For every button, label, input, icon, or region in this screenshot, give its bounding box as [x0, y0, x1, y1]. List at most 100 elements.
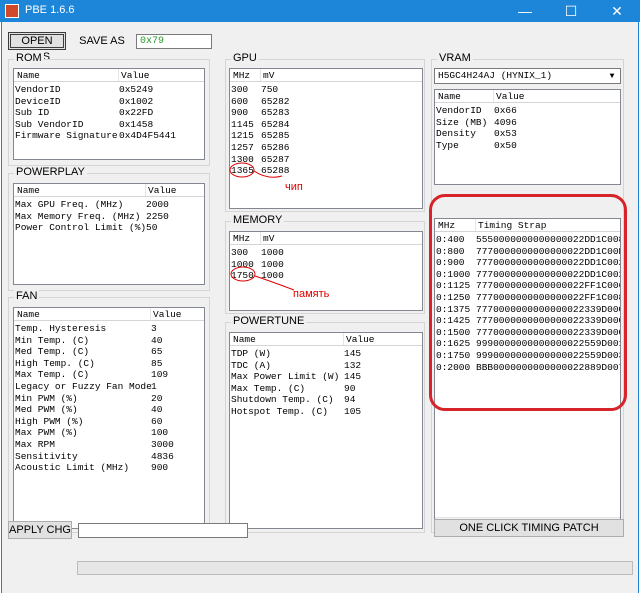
rom-list[interactable]: Name Value VendorID 0x5249 DeviceID 0x1002 Sub… [13, 68, 205, 160]
list-row[interactable]: Max PWM (%) 100 [14, 427, 204, 439]
column-header[interactable]: Name [17, 309, 40, 320]
powerplay-list[interactable]: Name Value Max GPU Freq. (MHz) 2000 Max Memo… [13, 183, 205, 285]
fan-list[interactable]: Name Value Temp. Hysteresis 3 Min Temp. (C) 4… [13, 307, 205, 529]
title-bar: PBE 1.6.6 — ☐ ✕ [0, 0, 640, 22]
column-header[interactable]: Name [17, 185, 40, 196]
powertune-list[interactable]: Name Value TDP (W) 145 TDC (A) 132 Max Power L… [229, 332, 423, 529]
list-row[interactable]: Med Temp. (C) 65 [14, 346, 204, 358]
row-value: 145 [344, 371, 362, 383]
list-row[interactable]: High PWM (%) 60 [14, 416, 204, 428]
list-row[interactable]: Med PWM (%) 40 [14, 404, 204, 416]
row-name: TDP (W) [231, 348, 271, 359]
column-header[interactable]: MHz [233, 233, 250, 244]
row-value: 65 [151, 346, 163, 358]
column-separator[interactable] [260, 69, 261, 81]
column-header[interactable]: Value [121, 70, 150, 81]
list-row[interactable]: TDP (W) 145 [230, 348, 422, 360]
list-row[interactable]: Size (MB) 4096 [435, 117, 620, 129]
list-row[interactable]: Max Temp. (C) 90 [230, 383, 422, 395]
list-row[interactable]: 1257 65286 [230, 142, 422, 154]
row-name: Max Temp. (C) [15, 369, 90, 381]
column-separator[interactable] [150, 308, 151, 320]
column-header[interactable]: Name [233, 334, 256, 345]
row-name: Type [436, 139, 459, 151]
list-row[interactable]: TDC (A) 132 [230, 360, 422, 372]
list-row[interactable]: High Temp. (C) 85 [14, 358, 204, 370]
list-row[interactable]: 300 1000 [230, 247, 422, 259]
apply-changes-button[interactable]: APPLY CHG [8, 521, 72, 539]
list-row[interactable]: Hotspot Temp. (C) 105 [230, 406, 422, 418]
list-row[interactable]: DeviceID 0x1002 [14, 96, 204, 108]
column-separator[interactable] [260, 232, 261, 244]
vram-info-list[interactable]: Name Value VendorID 0x66 Size (MB) 4096 Densit… [434, 89, 621, 185]
maximize-button[interactable]: ☐ [548, 0, 594, 22]
column-header[interactable]: mV [263, 70, 274, 81]
row-value: 105 [344, 405, 362, 417]
list-header: Name Value [230, 333, 422, 346]
column-header[interactable]: Name [17, 70, 40, 81]
list-row[interactable]: Legacy or Fuzzy Fan Mode 1 [14, 381, 204, 393]
apply-status-field[interactable] [78, 523, 248, 538]
list-row[interactable]: Min PWM (%) 20 [14, 393, 204, 405]
main-window: OPEN BIOS SAVE AS 0x79 ROM Name Value Vend… [1, 22, 639, 593]
row-name: Sub VendorID [15, 118, 84, 130]
list-row[interactable]: Max GPU Freq. (MHz) 2000 [14, 199, 204, 211]
save-as-button[interactable]: SAVE AS [74, 32, 130, 50]
row-value: 1000 [261, 247, 284, 258]
list-row[interactable]: VendorID 0x66 [435, 105, 620, 117]
column-separator[interactable] [118, 69, 119, 81]
column-header[interactable]: Value [148, 185, 177, 196]
list-row[interactable]: Max Temp. (C) 109 [14, 369, 204, 381]
memory-title: MEMORY [231, 214, 285, 226]
list-row[interactable]: Power Control Limit (%) 50 [14, 222, 204, 234]
list-row[interactable]: Max Memory Freq. (MHz) 2250 [14, 211, 204, 223]
row-value: 85 [151, 357, 163, 369]
list-row[interactable]: Max RPM 3000 [14, 439, 204, 451]
column-header[interactable]: MHz [233, 70, 250, 81]
list-row[interactable]: Sensitivity 4836 [14, 451, 204, 463]
row-name: High PWM (%) [15, 415, 84, 427]
memory-annotation-label: память [293, 288, 330, 300]
column-separator[interactable] [343, 333, 344, 345]
list-row[interactable]: Firmware Signature 0x4D4F5441 [14, 130, 204, 142]
column-separator[interactable] [145, 184, 146, 196]
one-click-timing-patch-button[interactable]: ONE CLICK TIMING PATCH [434, 519, 624, 537]
column-separator[interactable] [493, 90, 494, 102]
open-bios-button[interactable]: OPEN BIOS [8, 32, 66, 63]
list-row[interactable]: Max Power Limit (W) 145 [230, 371, 422, 383]
list-row[interactable]: Sub VendorID 0x1458 [14, 119, 204, 131]
list-row[interactable]: Sub ID 0x22FD [14, 107, 204, 119]
row-name: Max PWM (%) [15, 427, 78, 439]
list-row[interactable]: 600 65282 [230, 96, 422, 108]
minimize-button[interactable]: — [502, 0, 548, 22]
window-title: PBE 1.6.6 [25, 4, 75, 16]
list-row[interactable]: 300 750 [230, 84, 422, 96]
list-row[interactable]: 1145 65284 [230, 119, 422, 131]
column-header[interactable]: Value [496, 91, 525, 102]
row-value: 65283 [261, 107, 290, 119]
chevron-down-icon[interactable]: ▼ [605, 70, 619, 83]
vram-chip-select[interactable]: H5GC4H24AJ (HYNIX_1) ▼ [434, 68, 621, 84]
list-row[interactable]: Acoustic Limit (MHz) 900 [14, 462, 204, 474]
list-row[interactable]: 1215 65285 [230, 130, 422, 142]
column-header[interactable]: Value [346, 334, 375, 345]
list-row[interactable]: Density 0x53 [435, 128, 620, 140]
row-name: VendorID [15, 84, 61, 95]
list-row[interactable]: Min Temp. (C) 40 [14, 335, 204, 347]
list-row[interactable]: Shutdown Temp. (C) 94 [230, 394, 422, 406]
column-header[interactable]: mV [263, 233, 274, 244]
list-row[interactable]: Temp. Hysteresis 3 [14, 323, 204, 335]
list-row[interactable]: VendorID 0x5249 [14, 84, 204, 96]
checksum-field[interactable]: 0x79 [136, 34, 212, 49]
row-value: 0x50 [494, 139, 517, 151]
row-value: 40 [151, 404, 163, 416]
powertune-title: POWERTUNE [231, 315, 307, 327]
column-header[interactable]: Name [438, 91, 461, 102]
list-row[interactable]: Type 0x50 [435, 140, 620, 152]
list-row[interactable]: 900 65283 [230, 107, 422, 119]
row-value: 65285 [261, 130, 290, 142]
powerplay-group: POWERPLAY Name Value Max GPU Freq. (MHz) 20… [8, 166, 210, 291]
close-button[interactable]: ✕ [594, 0, 640, 22]
row-value: 40 [151, 334, 163, 346]
column-header[interactable]: Value [153, 309, 182, 320]
